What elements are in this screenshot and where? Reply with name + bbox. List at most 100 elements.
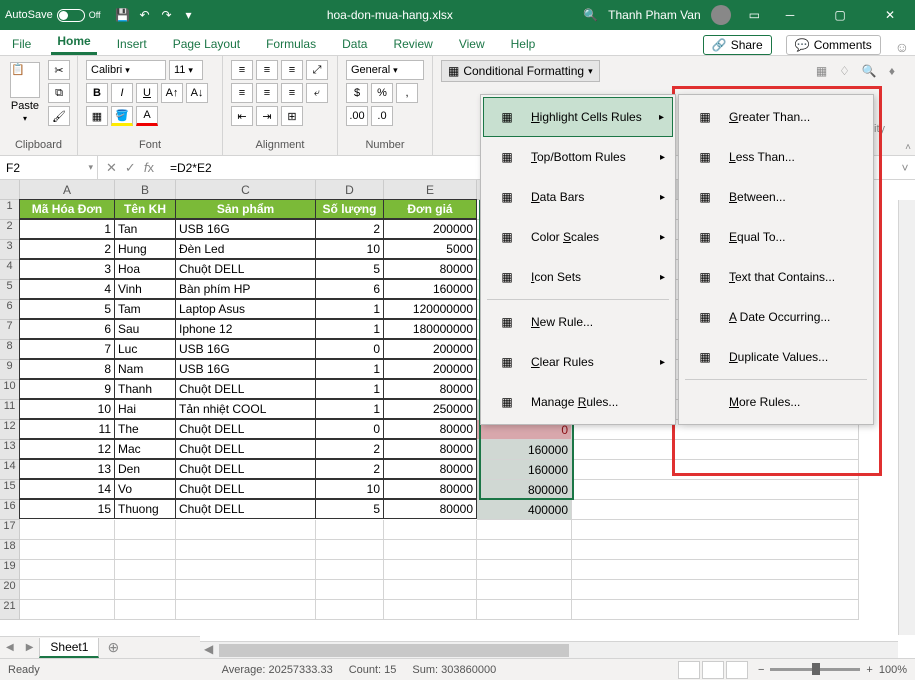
view-page-break-icon[interactable] <box>726 661 748 679</box>
cell[interactable]: 120000000 <box>383 299 477 319</box>
cell[interactable] <box>477 520 572 540</box>
cancel-formula-icon[interactable]: ✕ <box>106 160 117 176</box>
cell[interactable]: 4 <box>0 260 20 280</box>
menu-top-bottom-rules[interactable]: ▦ Top/Bottom Rules ▸ <box>483 137 673 177</box>
cell[interactable]: Chuột DELL <box>175 479 316 499</box>
increase-decimal-icon[interactable]: .00 <box>346 106 368 126</box>
tab-insert[interactable]: Insert <box>111 33 153 55</box>
decrease-decimal-icon[interactable]: .0 <box>371 106 393 126</box>
cell[interactable]: 6 <box>0 300 20 320</box>
cell[interactable]: 6 <box>315 279 384 299</box>
align-left-icon[interactable]: ≡ <box>231 83 253 103</box>
cell[interactable] <box>572 500 859 520</box>
tab-file[interactable]: File <box>6 33 37 55</box>
zoom-in-icon[interactable]: + <box>866 664 872 676</box>
cell[interactable]: 1 <box>315 319 384 339</box>
cell[interactable]: 1 <box>315 359 384 379</box>
autosave-switch-icon[interactable] <box>57 9 85 22</box>
maximize-button[interactable]: ▢ <box>820 0 860 30</box>
format-painter-icon[interactable]: 🖌 <box>48 106 70 126</box>
align-center-icon[interactable]: ≡ <box>256 83 278 103</box>
tab-help[interactable]: Help <box>505 33 542 55</box>
cell[interactable]: 2 <box>315 439 384 459</box>
cell[interactable]: Chuột DELL <box>175 379 316 399</box>
cell[interactable] <box>477 600 572 620</box>
cell[interactable] <box>572 560 859 580</box>
cell[interactable] <box>176 540 316 560</box>
sheet-tab-sheet1[interactable]: Sheet1 <box>39 638 99 658</box>
cell[interactable]: Tan <box>114 219 176 239</box>
cell[interactable]: 0 <box>315 339 384 359</box>
tab-view[interactable]: View <box>453 33 491 55</box>
cell[interactable]: 10 <box>19 399 115 419</box>
cell[interactable]: The <box>114 419 176 439</box>
sort-icon[interactable]: ♢ <box>839 64 850 78</box>
underline-button[interactable]: U <box>136 83 158 103</box>
shrink-font-icon[interactable]: A↓ <box>186 83 208 103</box>
cell[interactable]: 14 <box>19 479 115 499</box>
cell[interactable]: Chuột DELL <box>175 439 316 459</box>
cell[interactable]: 1 <box>0 200 20 220</box>
enter-formula-icon[interactable]: ✓ <box>125 160 136 176</box>
cell[interactable]: 200000 <box>383 359 477 379</box>
insert-cells-icon[interactable]: ▦ <box>816 64 827 78</box>
paste-button[interactable]: 📋 Paste ▾ <box>8 60 42 125</box>
cell[interactable] <box>176 600 316 620</box>
cell[interactable] <box>20 520 115 540</box>
cell[interactable]: 6 <box>19 319 115 339</box>
cell[interactable]: 11 <box>0 400 20 420</box>
cell[interactable]: USB 16G <box>175 219 316 239</box>
cell[interactable]: 13 <box>19 459 115 479</box>
fill-color-icon[interactable]: 🪣 <box>111 106 133 126</box>
column-header[interactable]: E <box>384 180 477 200</box>
cell[interactable]: 21 <box>0 600 20 620</box>
cell[interactable]: 160000 <box>383 279 477 299</box>
percent-icon[interactable]: % <box>371 83 393 103</box>
cell[interactable]: 3 <box>19 259 115 279</box>
user-name[interactable]: Thanh Pham Van <box>608 8 701 22</box>
cell[interactable]: 9 <box>19 379 115 399</box>
cell[interactable]: 80000 <box>383 499 477 519</box>
zoom-out-icon[interactable]: − <box>758 664 764 676</box>
menu-new-rule[interactable]: ▦ New Rule... <box>483 302 673 342</box>
redo-icon[interactable]: ↷ <box>159 7 175 23</box>
borders-icon[interactable]: ▦ <box>86 106 108 126</box>
cell[interactable]: 13 <box>0 440 20 460</box>
search-icon[interactable]: 🔍 <box>583 8 598 22</box>
find-icon[interactable]: 🔍 <box>862 64 877 78</box>
autosave-toggle[interactable]: AutoSave Off <box>5 9 101 22</box>
column-header[interactable]: B <box>115 180 176 200</box>
cell[interactable]: 0 <box>315 419 384 439</box>
minimize-button[interactable]: ─ <box>770 0 810 30</box>
cell[interactable] <box>115 540 176 560</box>
orientation-icon[interactable]: ⤢ <box>306 60 328 80</box>
name-box[interactable]: F2 <box>0 156 98 179</box>
ideas-icon[interactable]: ♦ <box>889 64 895 78</box>
align-middle-icon[interactable]: ≡ <box>256 60 278 80</box>
add-sheet-icon[interactable]: ⊕ <box>99 639 127 656</box>
fx-icon[interactable]: fx <box>144 160 154 176</box>
sheet-nav-next-icon[interactable]: ▶ <box>20 642 40 653</box>
cell[interactable]: 5000 <box>383 239 477 259</box>
menu-clear-rules[interactable]: ▦ Clear Rules ▸ <box>483 342 673 382</box>
font-size-combo[interactable]: 11 <box>169 60 203 80</box>
cell[interactable]: 200000 <box>383 339 477 359</box>
cell[interactable]: 8 <box>19 359 115 379</box>
qat-dropdown-icon[interactable]: ▾ <box>181 7 197 23</box>
cell[interactable]: 2 <box>0 220 20 240</box>
cell[interactable]: 3 <box>0 240 20 260</box>
cell[interactable]: 160000 <box>477 440 572 460</box>
menu-highlight-cells-rules[interactable]: ▦ Highlight Cells Rules ▸ <box>483 97 673 137</box>
cell[interactable]: 5 <box>19 299 115 319</box>
italic-button[interactable]: I <box>111 83 133 103</box>
tab-page-layout[interactable]: Page Layout <box>167 33 246 55</box>
cell[interactable] <box>572 520 859 540</box>
cell[interactable] <box>477 540 572 560</box>
cell[interactable]: 1 <box>19 219 115 239</box>
cell[interactable]: 17 <box>0 520 20 540</box>
cell[interactable]: Đơn giá <box>383 199 477 219</box>
cell[interactable]: Chuột DELL <box>175 499 316 519</box>
cell[interactable] <box>384 580 477 600</box>
cell[interactable] <box>477 580 572 600</box>
cell[interactable]: USB 16G <box>175 359 316 379</box>
